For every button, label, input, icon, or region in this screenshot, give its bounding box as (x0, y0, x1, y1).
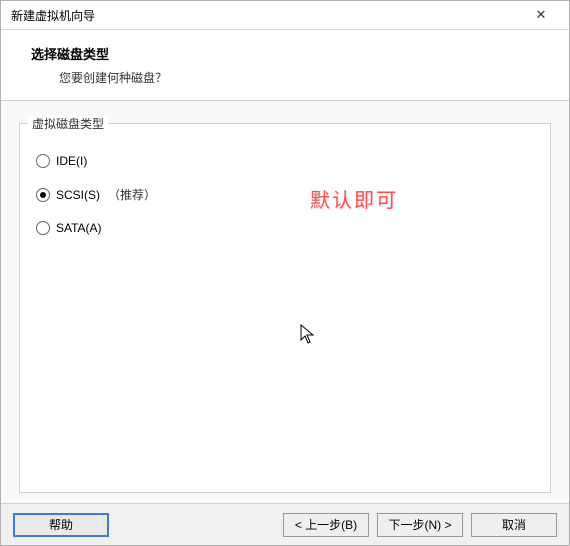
button-label: 帮助 (49, 516, 73, 533)
radio-icon (36, 154, 50, 168)
button-label: 下一步(N) > (388, 516, 451, 533)
button-label: < 上一步(B) (295, 516, 357, 533)
radio-option-sata[interactable]: SATA(A) (36, 221, 534, 235)
radio-label: SCSI(S) (56, 188, 100, 202)
page-title: 选择磁盘类型 (31, 44, 549, 63)
cursor-icon (300, 324, 318, 346)
next-button[interactable]: 下一步(N) > (377, 513, 463, 537)
radio-label: SATA(A) (56, 221, 102, 235)
recommend-label: （推荐） (108, 186, 156, 203)
back-button[interactable]: < 上一步(B) (283, 513, 369, 537)
cancel-button[interactable]: 取消 (471, 513, 557, 537)
radio-icon (36, 221, 50, 235)
wizard-content: 虚拟磁盘类型 IDE(I) SCSI(S) （推荐） SATA(A) 默认即可 (1, 101, 569, 503)
wizard-footer: 帮助 < 上一步(B) 下一步(N) > 取消 (1, 503, 569, 545)
radio-option-scsi[interactable]: SCSI(S) （推荐） (36, 186, 534, 203)
help-button[interactable]: 帮助 (13, 513, 109, 537)
disk-type-group: 虚拟磁盘类型 IDE(I) SCSI(S) （推荐） SATA(A) 默认即可 (19, 123, 551, 493)
button-label: 取消 (502, 516, 526, 533)
radio-label: IDE(I) (56, 154, 87, 168)
group-legend: 虚拟磁盘类型 (28, 115, 108, 132)
close-button[interactable]: ✕ (521, 1, 561, 29)
radio-option-ide[interactable]: IDE(I) (36, 154, 534, 168)
wizard-header: 选择磁盘类型 您要创建何种磁盘？ (1, 30, 569, 101)
titlebar: 新建虚拟机向导 ✕ (1, 1, 569, 30)
close-icon: ✕ (536, 7, 547, 23)
window-title: 新建虚拟机向导 (11, 7, 521, 24)
radio-icon (36, 188, 50, 202)
page-subtitle: 您要创建何种磁盘？ (31, 69, 549, 86)
wizard-window: 新建虚拟机向导 ✕ 选择磁盘类型 您要创建何种磁盘？ 虚拟磁盘类型 IDE(I)… (0, 0, 570, 546)
